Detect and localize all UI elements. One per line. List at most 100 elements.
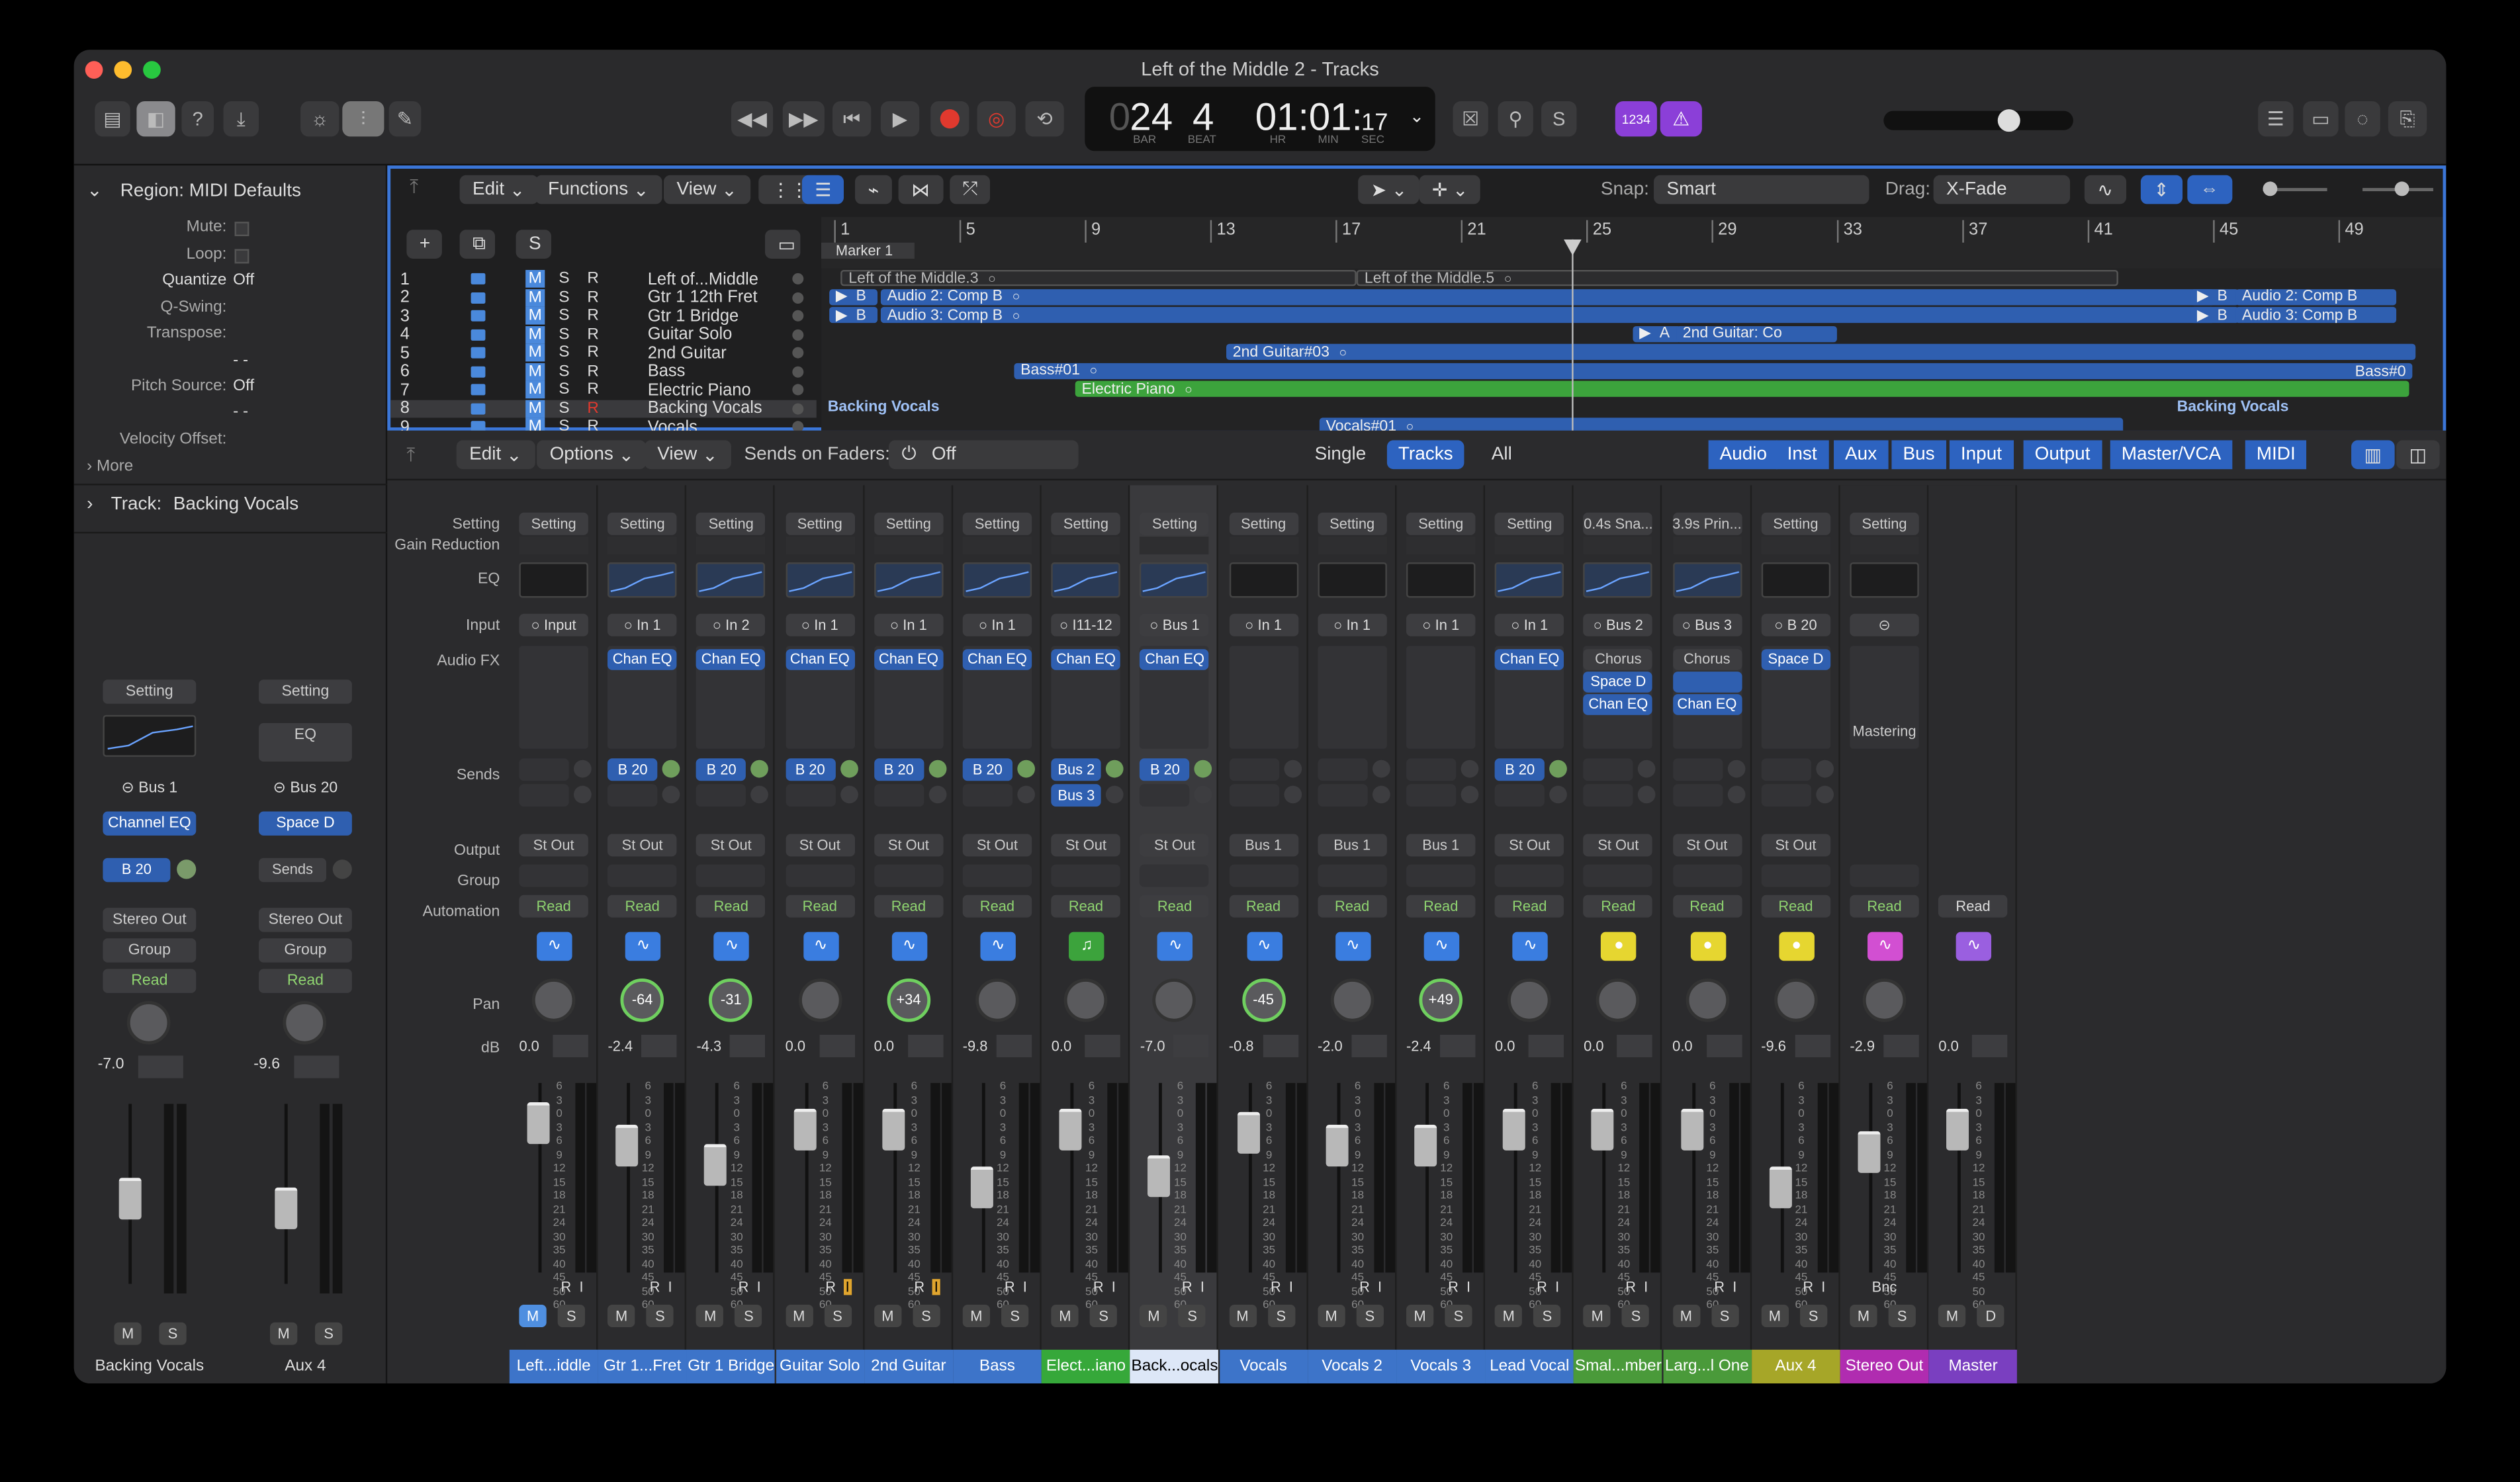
channel-type-icon[interactable]: ♫ <box>1069 932 1104 961</box>
setting-button[interactable]: Setting <box>874 512 944 535</box>
automation-mode[interactable]: Read <box>103 969 197 993</box>
mute-button[interactable]: M <box>1495 1305 1523 1328</box>
pan-knob[interactable] <box>1153 979 1196 1022</box>
track-r-button[interactable]: R <box>584 326 603 343</box>
input-monitor-button[interactable]: I <box>1200 1279 1204 1295</box>
send-level-knob[interactable] <box>1283 785 1302 804</box>
mute-button[interactable]: M <box>1140 1305 1168 1328</box>
track-region[interactable]: Electric Piano ○ <box>1075 380 2409 397</box>
checkbox[interactable] <box>234 222 249 237</box>
group-slot[interactable] <box>1317 864 1387 887</box>
channel-name[interactable]: Guitar Solo <box>776 1350 864 1384</box>
output-slot[interactable]: St Out <box>1761 834 1830 857</box>
audio-fx-slot[interactable]: Space D <box>259 811 352 836</box>
input-monitor-button[interactable]: I <box>1732 1279 1736 1295</box>
send-slot[interactable] <box>962 784 1013 807</box>
send-level-knob[interactable] <box>1815 760 1834 778</box>
input-monitor-button[interactable]: I <box>1023 1279 1027 1295</box>
solo-button[interactable]: S <box>1799 1305 1827 1328</box>
mute-button[interactable]: M <box>114 1322 142 1345</box>
send-level-knob[interactable] <box>574 760 592 778</box>
track-r-button[interactable]: R <box>584 363 603 380</box>
input-slot[interactable]: ⊝ Bus 1 <box>103 779 196 797</box>
go-to-beginning-button[interactable]: ⏮ <box>832 101 872 137</box>
mixer-options-menu[interactable]: Options ⌄ <box>537 440 647 470</box>
track-region[interactable]: Bass#01 ○ Bass#0 <box>1014 362 2413 378</box>
send-slot[interactable] <box>1672 758 1723 781</box>
output-slot[interactable]: Bus 1 <box>1228 834 1298 857</box>
automation-mode[interactable]: Read <box>1938 894 2008 918</box>
track-header[interactable]: 8 M S R Backing Vocals <box>390 399 817 418</box>
automation-mode[interactable]: Read <box>1406 894 1476 918</box>
send-level-knob[interactable] <box>1549 785 1568 804</box>
pan-knob[interactable]: -45 <box>1241 979 1285 1022</box>
channel-type-icon[interactable]: ∿ <box>537 932 572 961</box>
sends-on-faders-select[interactable]: ⏻ Off <box>889 440 1079 470</box>
input-slot[interactable]: ○ I11-12 <box>1051 613 1121 636</box>
track-header[interactable]: 1 M S R Left of...Middle <box>390 269 817 289</box>
editors-button[interactable]: ✎ <box>388 101 422 137</box>
volume-fader[interactable] <box>1326 1125 1349 1167</box>
audio-fx-slot[interactable]: Chan EQ <box>1672 694 1742 715</box>
output-slot[interactable]: St Out <box>608 834 677 857</box>
vertical-zoom-knob[interactable] <box>2263 181 2278 196</box>
send-level-knob[interactable] <box>1017 760 1036 778</box>
solo-button[interactable]: S <box>1179 1305 1206 1328</box>
input-slot[interactable]: ○ In 1 <box>1317 613 1387 636</box>
input-slot[interactable]: ○ B 20 <box>1761 613 1830 636</box>
track-region[interactable]: 2nd Guitar: Co <box>1676 325 1837 342</box>
eq-thumbnail[interactable] <box>1495 562 1564 598</box>
inspector-row-value[interactable]: Off <box>233 378 254 396</box>
send-slot[interactable] <box>1317 758 1368 781</box>
record-enable-button[interactable]: R <box>1803 1279 1813 1295</box>
input-slot[interactable]: ○ In 1 <box>962 613 1032 636</box>
pan-knob[interactable] <box>1508 979 1552 1022</box>
output-slot[interactable]: Stereo Out <box>259 908 352 932</box>
eq-thumbnail[interactable] <box>1584 562 1653 598</box>
send-level-knob[interactable] <box>1638 760 1656 778</box>
loop-browser-button[interactable]: ◌ <box>2345 101 2380 137</box>
automation-mode[interactable]: Read <box>1228 894 1298 918</box>
channel-name[interactable]: 2nd Guitar <box>864 1350 953 1384</box>
record-enable-button[interactable]: R <box>1537 1279 1547 1295</box>
view-single-tab[interactable]: Single <box>1304 440 1378 469</box>
output-slot[interactable]: St Out <box>696 834 766 857</box>
group-slot[interactable] <box>1495 864 1564 887</box>
audio-fx-slot[interactable]: Chan EQ <box>696 649 766 670</box>
flex-button[interactable]: ⋈ <box>898 175 943 204</box>
track-m-button[interactable]: M <box>525 344 545 363</box>
setting-button[interactable]: Setting <box>608 512 677 535</box>
send-level-knob[interactable] <box>751 785 769 804</box>
volume-fader[interactable] <box>1237 1112 1260 1154</box>
snap-select[interactable]: Smart <box>1654 175 1869 204</box>
mute-button[interactable]: M <box>1406 1305 1434 1328</box>
output-slot[interactable]: St Out <box>1672 834 1742 857</box>
track-volume-dot[interactable] <box>792 365 804 377</box>
automation-mode[interactable]: Read <box>519 894 588 918</box>
setting-button[interactable]: Setting <box>1140 512 1210 535</box>
automation-mode[interactable]: Read <box>259 969 352 993</box>
record-enable-button[interactable]: R <box>914 1279 924 1295</box>
input-monitor-button[interactable]: I <box>1555 1279 1559 1295</box>
view-tracks-tab[interactable]: Tracks <box>1386 440 1464 470</box>
send-slot[interactable] <box>1406 758 1457 781</box>
send-level-knob[interactable] <box>1815 785 1834 804</box>
group-slot[interactable] <box>696 864 766 887</box>
filter-input[interactable]: Input <box>1949 440 2014 470</box>
track-region[interactable]: ▶ B <box>2190 306 2239 324</box>
mute-button[interactable]: M <box>270 1322 298 1345</box>
input-slot[interactable]: ○ Bus 1 <box>1140 613 1210 636</box>
send-level-knob[interactable] <box>1549 760 1568 778</box>
channel-name[interactable]: Stereo Out <box>1840 1350 1929 1384</box>
group-slot[interactable] <box>1584 864 1653 887</box>
fast-forward-button[interactable]: ▶▶ <box>782 101 825 137</box>
ruler[interactable]: 1 5 9 13 17 21 25 29 33 37 41 45 49 Marker 1 <box>821 216 2443 269</box>
track-m-button[interactable]: M <box>525 307 545 326</box>
setting-button[interactable]: Setting <box>962 512 1032 535</box>
eq-thumbnail[interactable] <box>1406 562 1476 598</box>
solo-button[interactable]: S <box>1267 1305 1295 1328</box>
volume-fader[interactable] <box>118 1178 142 1220</box>
send-level-knob[interactable] <box>928 785 946 804</box>
eq-thumbnail[interactable] <box>1672 562 1742 598</box>
track-r-button[interactable]: R <box>584 344 603 362</box>
